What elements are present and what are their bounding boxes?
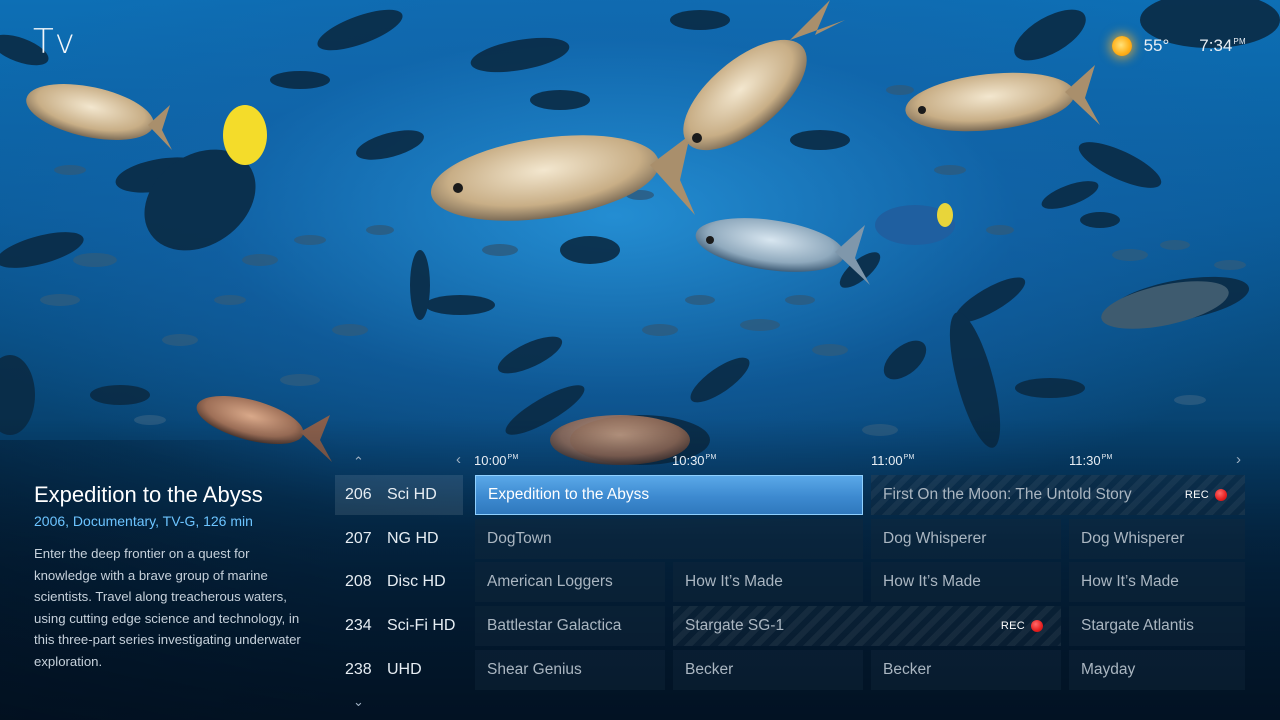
channel-number: 206 <box>345 486 372 503</box>
status-area: 55° 7:34PM <box>1111 36 1246 56</box>
program-cell-title: Expedition to the Abyss <box>488 486 650 503</box>
program-cell-title: How It’s Made <box>883 573 981 590</box>
channel-207[interactable]: 207 NG HD <box>335 519 463 559</box>
program-cell[interactable]: Expedition to the Abyss <box>475 475 863 515</box>
rec-label: REC <box>1184 489 1209 501</box>
program-cell-title: Becker <box>685 661 734 678</box>
program-cell[interactable]: Becker <box>871 650 1061 690</box>
program-cell-title: Stargate Atlantis <box>1081 617 1194 634</box>
program-cell[interactable]: DogTown <box>475 519 863 559</box>
channel-number: 234 <box>345 617 372 634</box>
program-cell-title: First On the Moon: The Untold Story <box>883 486 1132 503</box>
program-cell[interactable]: Mayday <box>1069 650 1245 690</box>
temperature: 55° <box>1143 36 1170 55</box>
scroll-down-icon[interactable]: ⌄ <box>353 695 364 708</box>
timeslot-period: PM <box>1101 454 1113 461</box>
program-details: Expedition to the Abyss 2006, Documentar… <box>34 482 314 672</box>
scroll-up-icon[interactable]: ⌃ <box>353 455 364 468</box>
timeslot-period: PM <box>507 454 519 461</box>
program-cell[interactable]: Dog Whisperer <box>871 519 1061 559</box>
clock-time: 7:34 <box>1199 36 1233 55</box>
record-dot-icon <box>1031 620 1043 632</box>
channel-name: UHD <box>387 661 422 678</box>
program-cell[interactable]: Dog Whisperer <box>1069 519 1245 559</box>
program-cell-title: How It’s Made <box>1081 573 1179 590</box>
sun-icon <box>1111 36 1132 56</box>
program-cell[interactable]: How It’s Made <box>1069 562 1245 602</box>
timeslot-header: 11:30PM <box>1069 453 1113 468</box>
program-cell-title: American Loggers <box>487 573 613 590</box>
program-cell[interactable]: First On the Moon: The Untold Story REC <box>871 475 1245 515</box>
channel-234[interactable]: 234 Sci-Fi HD <box>335 606 463 646</box>
channel-206[interactable]: 206 Sci HD <box>335 475 463 515</box>
program-cell[interactable]: Stargate Atlantis <box>1069 606 1245 646</box>
timeslot-time: 11:30 <box>1069 453 1101 468</box>
channel-name: Sci-Fi HD <box>387 617 456 634</box>
channel-238[interactable]: 238 UHD <box>335 650 463 690</box>
program-cell-title: Becker <box>883 661 932 678</box>
program-cell-title: Dog Whisperer <box>883 530 987 547</box>
timeslot-header: 11:00PM <box>871 453 915 468</box>
program-cell[interactable]: Becker <box>673 650 863 690</box>
channel-name: Sci HD <box>387 486 437 503</box>
program-cell[interactable]: American Loggers <box>475 562 665 602</box>
program-cell-title: Shear Genius <box>487 661 582 678</box>
record-dot-icon <box>1215 489 1227 501</box>
clock: 7:34PM <box>1199 36 1246 56</box>
program-cell[interactable]: Battlestar Galactica <box>475 606 665 646</box>
program-cell[interactable]: Shear Genius <box>475 650 665 690</box>
previous-time-icon[interactable]: ‹ <box>456 452 461 467</box>
timeslot-header: 10:00PM <box>474 453 519 468</box>
channel-name: Disc HD <box>387 573 446 590</box>
channel-name: NG HD <box>387 530 439 547</box>
program-cell[interactable]: How It’s Made <box>871 562 1061 602</box>
channel-number: 238 <box>345 661 372 678</box>
program-cell-title: Stargate SG-1 <box>685 617 785 634</box>
channel-number: 208 <box>345 573 372 590</box>
program-cell-title: DogTown <box>487 530 552 547</box>
app-title: Tv <box>33 22 76 62</box>
program-cell-title: Battlestar Galactica <box>487 617 622 634</box>
timeslot-header: 10:30PM <box>672 453 717 468</box>
program-cell-title: Dog Whisperer <box>1081 530 1185 547</box>
timeslot-period: PM <box>903 454 915 461</box>
timeslot-time: 10:30 <box>672 453 705 468</box>
program-title: Expedition to the Abyss <box>34 482 263 507</box>
program-cell-title: Mayday <box>1081 661 1136 678</box>
clock-period: PM <box>1233 37 1246 46</box>
rec-label: REC <box>1000 620 1025 632</box>
program-meta: 2006, Documentary, TV-G, 126 min <box>34 513 253 529</box>
record-indicator: REC <box>1001 606 1043 646</box>
record-indicator: REC <box>1185 475 1227 515</box>
program-description: Enter the deep frontier on a quest for k… <box>34 546 301 669</box>
timeslot-period: PM <box>705 454 717 461</box>
timeslot-time: 10:00 <box>474 453 507 468</box>
next-time-icon[interactable]: › <box>1236 452 1241 467</box>
program-cell[interactable]: Stargate SG-1 REC <box>673 606 1061 646</box>
program-cell[interactable]: How It’s Made <box>673 562 863 602</box>
timeslot-time: 11:00 <box>871 453 903 468</box>
program-cell-title: How It’s Made <box>685 573 783 590</box>
channel-number: 207 <box>345 530 372 547</box>
channel-208[interactable]: 208 Disc HD <box>335 562 463 602</box>
